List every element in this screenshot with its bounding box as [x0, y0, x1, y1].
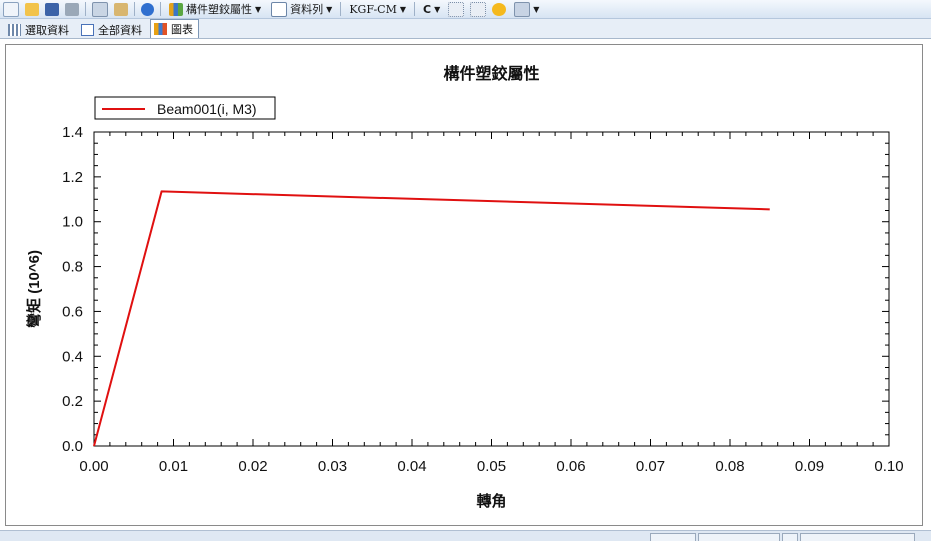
y-tick-label: 1.2 — [62, 169, 83, 186]
data-combo[interactable]: 資料列 ▼ — [268, 1, 335, 17]
toolbar-separator — [134, 2, 135, 16]
table-icon — [81, 24, 94, 36]
chevron-down-icon: ▼ — [399, 4, 407, 14]
y-axis-label: 彎矩 (10^6) — [25, 250, 43, 328]
export-combo[interactable]: ▼ — [511, 1, 542, 17]
star-icon[interactable] — [492, 2, 507, 16]
export-icon — [514, 1, 531, 17]
y-tick-label: 1.4 — [62, 124, 83, 141]
toolbar-separator — [160, 2, 161, 16]
print-icon[interactable] — [65, 2, 79, 16]
help-icon[interactable] — [141, 2, 154, 16]
toolbar-separator — [414, 2, 416, 16]
c-combo[interactable]: C ▼ — [420, 2, 443, 17]
toolbar-separator — [340, 2, 342, 16]
status-bar — [0, 530, 931, 541]
y-tick-label: 1.0 — [62, 214, 83, 231]
chevron-down-icon: ▼ — [533, 4, 540, 14]
x-tick-label: 0.06 — [556, 458, 585, 475]
tab-all-data[interactable]: 全部資料 — [77, 21, 148, 38]
chart-icon — [169, 2, 183, 16]
data-combo-label: 資料列 — [290, 3, 324, 16]
unit-combo-label: KGF-CM — [349, 2, 397, 16]
status-pane — [782, 533, 798, 541]
chart-title: 構件塑鉸屬性 — [443, 64, 539, 83]
property-combo-label: 構件塑鉸屬性 — [186, 3, 252, 16]
x-tick-label: 0.01 — [159, 458, 188, 475]
x-axis-label: 轉角 — [476, 492, 506, 510]
x-tick-label: 0.08 — [715, 458, 744, 475]
y-tick-label: 0.6 — [62, 303, 83, 320]
bar-chart-icon — [154, 23, 167, 35]
x-tick-label: 0.05 — [477, 458, 506, 475]
chevron-down-icon: ▼ — [434, 4, 441, 14]
series-line-0 — [93, 190, 770, 447]
x-tick-label: 0.03 — [318, 458, 347, 475]
main-toolbar: 構件塑鉸屬性 ▼ 資料列 ▼ KGF-CM ▼ C ▼ ▼ — [0, 0, 931, 19]
new-file-icon[interactable] — [3, 1, 19, 17]
x-tick-label: 0.07 — [636, 458, 665, 475]
x-tick-label: 0.00 — [79, 458, 108, 475]
view-tabs: 選取資料 全部資料 圖表 — [0, 19, 931, 39]
legend: Beam001(i, M3) — [94, 96, 276, 120]
y-tick-label: 0.8 — [62, 259, 83, 276]
y-tick-label: 0.2 — [62, 393, 83, 410]
x-tick-label: 0.09 — [795, 458, 824, 475]
y-tick-label: 0.0 — [62, 438, 83, 455]
paste-icon[interactable] — [114, 2, 128, 16]
open-folder-icon[interactable] — [25, 2, 39, 16]
tab-label: 選取資料 — [25, 24, 69, 37]
status-pane — [650, 533, 696, 541]
tab-chart[interactable]: 圖表 — [150, 19, 199, 38]
tab-selected-data[interactable]: 選取資料 — [4, 21, 75, 38]
toolbar-separator — [85, 2, 86, 16]
tab-label: 圖表 — [171, 23, 193, 36]
status-pane — [698, 533, 780, 541]
y-tick-label: 0.4 — [62, 348, 83, 365]
decimal-decrease-icon[interactable] — [470, 1, 487, 17]
property-combo[interactable]: 構件塑鉸屬性 ▼ — [166, 2, 264, 17]
chevron-down-icon: ▼ — [326, 4, 333, 14]
x-tick-label: 0.04 — [397, 458, 426, 475]
copy-icon[interactable] — [92, 1, 108, 17]
x-tick-label: 0.10 — [874, 458, 903, 475]
plastic-hinge-chart: 構件塑鉸屬性 0.00 0.01 0.02 0.03 0.04 0.05 0.06 0.07 0.… — [25, 64, 904, 510]
c-combo-label: C — [423, 2, 432, 16]
x-tick-label: 0.02 — [238, 458, 267, 475]
plot-area — [93, 131, 890, 447]
save-icon[interactable] — [45, 2, 59, 16]
decimal-increase-icon[interactable] — [448, 1, 465, 17]
chevron-down-icon: ▼ — [255, 4, 262, 14]
unit-combo[interactable]: KGF-CM ▼ — [346, 2, 409, 17]
data-grid-icon — [271, 1, 288, 17]
grid-icon — [8, 24, 21, 36]
legend-entry: Beam001(i, M3) — [157, 101, 257, 117]
tab-label: 全部資料 — [98, 24, 142, 37]
status-pane — [800, 533, 915, 541]
chart-panel: 構件塑鉸屬性 0.00 0.01 0.02 0.03 0.04 0.05 0.06 0.07 0.… — [5, 44, 923, 526]
